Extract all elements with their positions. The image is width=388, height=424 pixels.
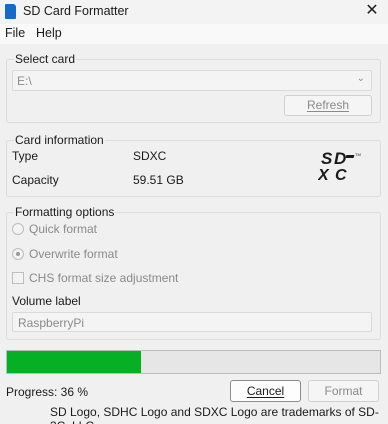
- format-label: Format: [324, 384, 363, 398]
- chs-adjustment-checkbox[interactable]: [12, 272, 24, 284]
- menu-help[interactable]: Help: [36, 26, 62, 40]
- quick-format-radio[interactable]: [12, 223, 24, 235]
- quick-format-label[interactable]: Quick format: [29, 222, 97, 236]
- svg-text:X: X: [318, 167, 330, 183]
- cancel-label: Cancel: [246, 384, 285, 398]
- menu-file[interactable]: File: [5, 26, 25, 40]
- format-button[interactable]: Format: [308, 380, 379, 402]
- app-icon: [5, 3, 17, 19]
- chevron-down-icon: ⌄: [356, 73, 365, 84]
- svg-text:S: S: [321, 149, 333, 168]
- chs-adjustment-label[interactable]: CHS format size adjustment: [29, 271, 178, 285]
- svg-text:C: C: [335, 167, 347, 183]
- menu-bar: File Help: [0, 24, 388, 44]
- card-info-title: Card information: [14, 133, 105, 147]
- close-button[interactable]: ✕: [362, 1, 382, 21]
- volume-label-value: RaspberryPi: [18, 316, 85, 330]
- progress-label: Progress: 36 %: [6, 385, 89, 399]
- overwrite-format-radio[interactable]: [12, 248, 24, 260]
- window-title: SD Card Formatter: [23, 4, 129, 18]
- card-select-dropdown[interactable]: E:\ ⌄: [12, 70, 372, 91]
- title-bar: SD Card Formatter ✕: [0, 0, 388, 24]
- trademark-notice: SD Logo, SDHC Logo and SDXC Logo are tra…: [50, 405, 379, 424]
- svg-text:D: D: [334, 149, 346, 168]
- type-label: Type: [12, 149, 39, 163]
- overwrite-format-label[interactable]: Overwrite format: [29, 247, 118, 261]
- volume-label-input[interactable]: RaspberryPi: [12, 312, 372, 332]
- selected-drive: E:\: [17, 74, 32, 88]
- capacity-value: 59.51 GB: [133, 173, 184, 187]
- progress-bar: [6, 350, 381, 374]
- type-value: SDXC: [133, 149, 167, 163]
- refresh-button[interactable]: Refresh: [284, 95, 372, 116]
- volume-label-title: Volume label: [12, 294, 81, 308]
- cancel-button[interactable]: Cancel: [230, 380, 301, 402]
- capacity-label: Capacity: [12, 173, 59, 187]
- sdxc-logo-icon: S D X C TM: [318, 149, 361, 183]
- select-card-title: Select card: [14, 52, 77, 66]
- refresh-label: Refresh: [306, 98, 350, 112]
- formatting-options-title: Formatting options: [14, 205, 116, 219]
- progress-fill: [7, 351, 142, 373]
- svg-text:TM: TM: [355, 152, 361, 157]
